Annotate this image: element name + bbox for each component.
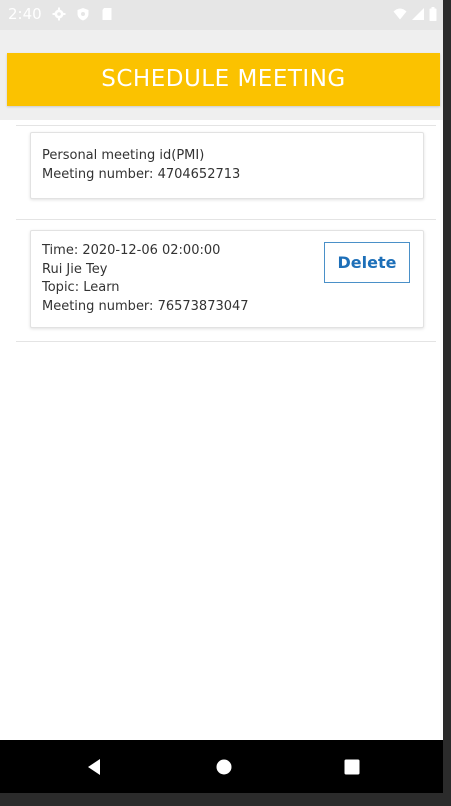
divider-bottom (16, 341, 436, 342)
status-bar: 2:40 (0, 0, 443, 30)
navigation-bar (0, 740, 443, 793)
signal-icon (412, 8, 424, 20)
gear-icon (52, 7, 66, 21)
sd-card-icon (102, 8, 112, 20)
shield-icon (77, 8, 89, 21)
device-bezel-right (443, 0, 451, 806)
schedule-meeting-button[interactable]: SCHEDULE MEETING (7, 53, 440, 106)
delete-button[interactable]: Delete (324, 242, 410, 283)
meeting-host: Rui Jie Tey (42, 262, 108, 277)
back-icon (88, 758, 100, 775)
recents-icon (344, 759, 360, 774)
meeting-topic: Topic: Learn (42, 280, 120, 295)
status-icons-left (52, 7, 114, 21)
meeting-number: Meeting number: 76573873047 (42, 299, 249, 314)
home-button[interactable] (194, 740, 254, 793)
status-time: 2:40 (8, 5, 42, 23)
battery-icon (429, 7, 437, 21)
wifi-icon (393, 8, 407, 20)
back-button[interactable] (64, 740, 124, 793)
status-icons-right (393, 7, 437, 21)
home-icon (216, 759, 232, 774)
meeting-time: Time: 2020-12-06 02:00:00 (42, 243, 221, 258)
meeting-card[interactable]: Time: 2020-12-06 02:00:00 Rui Jie Tey To… (30, 230, 424, 328)
recents-button[interactable] (322, 740, 382, 793)
app-screen: 2:40 SCHEDULE MEETING Personal meeting i… (0, 0, 443, 793)
divider-top (16, 125, 436, 126)
pmi-title: Personal meeting id(PMI) (42, 148, 205, 163)
pmi-card[interactable]: Personal meeting id(PMI) Meeting number:… (30, 132, 424, 199)
pmi-meeting-number: Meeting number: 4704652713 (42, 167, 241, 182)
divider-middle (16, 219, 436, 220)
device-bezel-bottom (0, 793, 451, 806)
